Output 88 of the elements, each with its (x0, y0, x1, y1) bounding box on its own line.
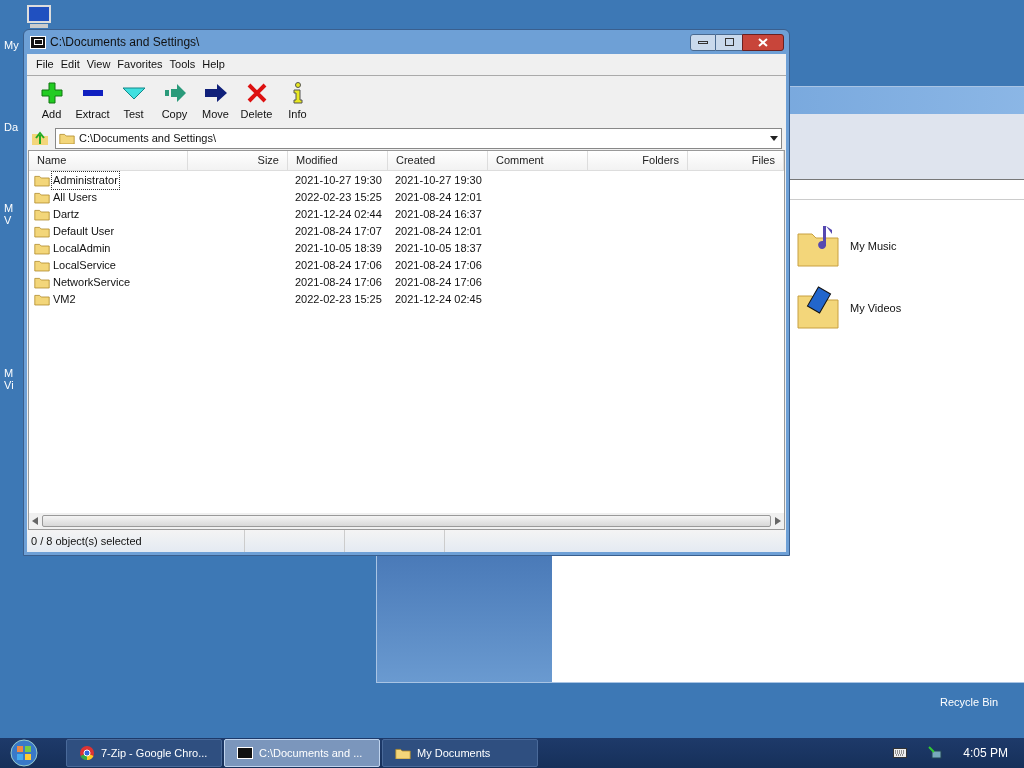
desktop-icon-label[interactable]: Da (4, 121, 24, 133)
table-cell: 2021-08-24 17:06 (395, 276, 482, 289)
table-cell: 2021-08-24 17:06 (295, 259, 382, 272)
menu-item[interactable]: Edit (57, 56, 83, 73)
app-logo-icon (237, 747, 253, 759)
keyboard-icon[interactable] (893, 748, 908, 758)
dropdown-arrow-icon (770, 135, 778, 141)
close-button[interactable] (742, 33, 784, 51)
desktop-icon-label[interactable]: M Vi (4, 367, 24, 391)
scroll-left-icon[interactable] (32, 517, 38, 525)
column-header[interactable]: Modified (288, 151, 388, 170)
table-cell: 2021-12-24 02:44 (295, 208, 382, 221)
desktop-icon-label[interactable]: M V (4, 202, 24, 226)
column-header[interactable]: Comment (488, 151, 588, 170)
folder-icon (34, 174, 50, 187)
menu-item[interactable]: Help (199, 56, 228, 73)
taskbar-button[interactable]: My Documents (382, 739, 538, 767)
file-name[interactable]: LocalAdmin (51, 239, 113, 258)
toolbar-button[interactable]: Copy (154, 79, 195, 123)
folder-icon (34, 225, 50, 238)
column-header[interactable]: Size (188, 151, 288, 170)
computer-icon[interactable] (24, 4, 54, 30)
table-cell: 2021-08-24 16:37 (395, 208, 482, 221)
table-cell: 2021-08-24 12:01 (395, 191, 482, 204)
plus-icon (38, 79, 65, 106)
folder-label[interactable]: My Music (850, 237, 897, 255)
browser-icon (79, 745, 95, 761)
table-cell: 2021-10-27 19:30 (395, 174, 482, 187)
file-name[interactable]: LocalService (51, 256, 118, 275)
address-field[interactable]: C:\Documents and Settings\ (55, 127, 782, 149)
file-name[interactable]: Administrator (51, 171, 120, 190)
music-folder-icon[interactable] (796, 224, 842, 268)
maximize-button[interactable] (716, 33, 742, 51)
desktop-icon-label[interactable]: Recycle Bin (940, 694, 999, 711)
folder-icon (34, 242, 50, 255)
app-logo-icon (30, 35, 46, 49)
folder-icon (34, 259, 50, 272)
up-folder-icon[interactable] (31, 130, 49, 146)
table-cell: 2022-02-23 15:25 (295, 191, 382, 204)
desktop-icon-label[interactable]: My (4, 39, 24, 51)
file-name[interactable]: Dartz (51, 205, 82, 224)
table-cell: 2022-02-23 15:25 (295, 293, 382, 306)
network-icon[interactable] (927, 745, 944, 761)
table-cell: 2021-12-24 02:45 (395, 293, 482, 306)
file-name[interactable]: NetworkService (51, 273, 133, 292)
start-button[interactable] (8, 739, 40, 767)
toolbar-button[interactable]: Test (113, 79, 154, 123)
window-title: C:\Documents and Settings\ (50, 34, 200, 51)
table-cell: 2021-10-27 19:30 (295, 174, 382, 187)
clock[interactable]: 4:05 PM (963, 744, 1008, 762)
minus-icon (82, 89, 103, 96)
column-header[interactable]: Folders (588, 151, 688, 170)
status-text: 0 / 8 object(s) selected (27, 530, 245, 552)
taskbar-button[interactable]: 7-Zip - Google Chro... (66, 739, 222, 767)
folder-icon (34, 208, 50, 221)
video-folder-icon[interactable] (796, 286, 842, 330)
folder-icon (34, 276, 50, 289)
horizontal-scrollbar[interactable] (29, 513, 784, 529)
menu-item[interactable]: Favorites (114, 56, 166, 73)
folder-label[interactable]: My Videos (850, 299, 902, 317)
toolbar-button[interactable]: Extract (72, 79, 113, 123)
table-cell: 2021-08-24 17:06 (295, 276, 382, 289)
column-header[interactable]: Created (388, 151, 488, 170)
table-cell: 2021-08-24 17:07 (295, 225, 382, 238)
table-cell: 2021-08-24 12:01 (395, 225, 482, 238)
table-cell: 2021-10-05 18:39 (295, 242, 382, 255)
column-header[interactable]: Name (29, 151, 188, 170)
column-header[interactable]: Files (688, 151, 784, 170)
minimize-button[interactable] (690, 33, 716, 51)
toolbar-button[interactable]: Delete (236, 79, 277, 123)
table-cell: 2021-10-05 18:37 (395, 242, 482, 255)
scroll-right-icon[interactable] (775, 517, 781, 525)
toolbar-button[interactable]: Move (195, 79, 236, 123)
close-icon (758, 37, 768, 47)
file-name[interactable]: All Users (51, 188, 99, 207)
menu-item[interactable]: File (33, 56, 57, 73)
folder-icon (34, 293, 50, 306)
folder-icon (395, 746, 411, 760)
folder-icon (34, 191, 50, 204)
file-name[interactable]: Default User (51, 222, 117, 241)
toolbar-button[interactable]: Add (31, 79, 72, 123)
table-cell: 2021-08-24 17:06 (395, 259, 482, 272)
menu-item[interactable]: Tools (166, 56, 199, 73)
menu-item[interactable]: View (83, 56, 114, 73)
file-name[interactable]: VM2 (51, 290, 78, 309)
folder-icon (59, 131, 75, 145)
scroll-thumb[interactable] (42, 515, 771, 527)
toolbar-button[interactable]: Info (277, 79, 318, 123)
